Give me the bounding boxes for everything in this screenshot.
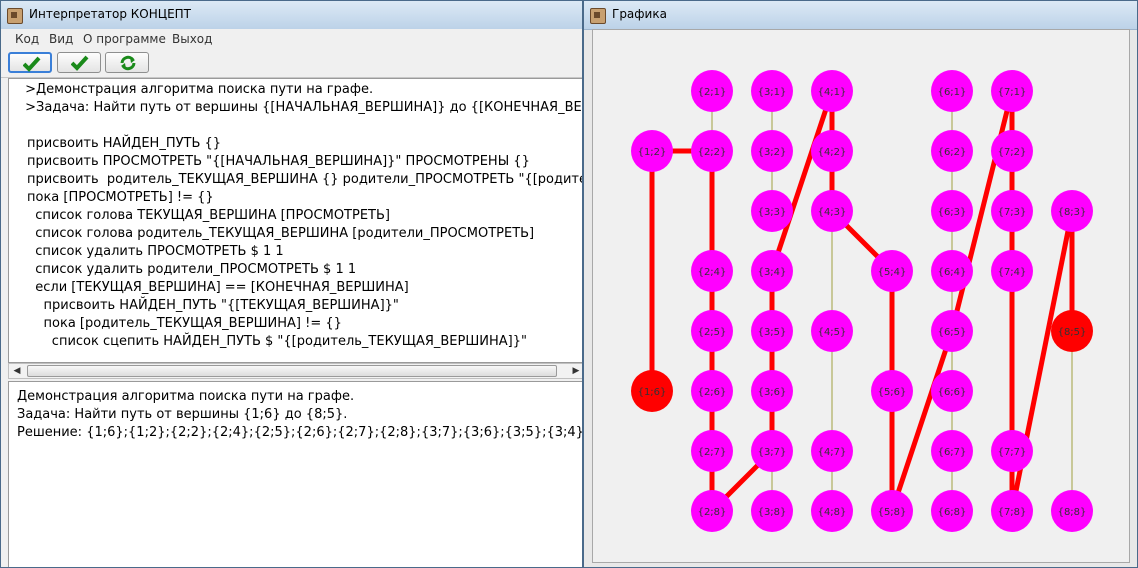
node-label: {3;8} [758, 507, 787, 518]
node-label: {4;5} [818, 327, 847, 338]
node-label: {4;3} [818, 207, 847, 218]
code-line: присвоить родитель_ТЕКУЩАЯ_ВЕРШИНА {} ро… [27, 172, 583, 187]
node-label: {2;2} [698, 147, 727, 158]
code-line: >Задача: Найти путь от вершины {[НАЧАЛЬН… [25, 100, 582, 115]
node-label: {3;1} [758, 87, 787, 98]
code-editor[interactable]: >Демонстрация алгоритма поиска пути на г… [8, 78, 583, 363]
graph-canvas: {2;1} {3;1} {4;1} {6;1} {7;1} {1;2} {2;2} {3;2}… [592, 29, 1130, 563]
node-label: {2;6} [698, 387, 727, 398]
code-line: список удалить родители_ПРОСМОТРЕТЬ $ 1 … [27, 262, 357, 277]
node-label: {8;5} [1058, 327, 1087, 338]
node-label: {8;3} [1058, 207, 1087, 218]
node-label: {2;8} [698, 507, 727, 518]
app-icon [7, 8, 23, 24]
graph-svg: {2;1} {3;1} {4;1} {6;1} {7;1} {1;2} {2;2} {3;2}… [631, 70, 1093, 532]
scroll-thumb[interactable] [27, 365, 557, 377]
node-label: {3;6} [758, 387, 787, 398]
scroll-left-icon[interactable]: ◀ [9, 364, 25, 378]
node-label: {3;4} [758, 267, 787, 278]
node-label: {4;7} [818, 447, 847, 458]
scroll-right-icon[interactable]: ▶ [568, 364, 582, 378]
code-line: >Демонстрация алгоритма поиска пути на г… [21, 82, 374, 97]
title-bar: Интерпретатор КОНЦЕПТ [1, 1, 582, 30]
node-label: {7;3} [998, 207, 1027, 218]
horizontal-scrollbar[interactable]: ◀ ▶ [8, 363, 582, 379]
output-line: Решение: {1;6};{1;2};{2;2};{2;4};{2;5};{… [17, 425, 582, 440]
node-label: {5;4} [878, 267, 907, 278]
menu-code[interactable]: Код [15, 32, 39, 46]
node-label: {6;1} [938, 87, 967, 98]
node-label: {7;1} [998, 87, 1027, 98]
node-label: {1;6} [638, 387, 667, 398]
node-label: {4;1} [818, 87, 847, 98]
graphics-window: Графика {2;1} {3;1} {4;1} {6;1} {7;1} {1;2} {2… [583, 0, 1138, 568]
menu-exit[interactable]: Выход [172, 32, 212, 46]
check-icon [71, 55, 89, 71]
code-line: пока [ПРОСМОТРЕТЬ] != {} [27, 190, 214, 205]
node-label: {4;2} [818, 147, 847, 158]
node-label: {2;1} [698, 87, 727, 98]
code-line: присвоить ПРОСМОТРЕТЬ "{[НАЧАЛЬНАЯ_ВЕРШИ… [27, 154, 530, 169]
node-label: {6;8} [938, 507, 967, 518]
code-line: список голова ТЕКУЩАЯ_ВЕРШИНА [ПРОСМОТРЕ… [27, 208, 390, 223]
node-label: {6;3} [938, 207, 967, 218]
path-segment [769, 90, 835, 272]
output-line: Задача: Найти путь от вершины {1;6} до {… [17, 407, 348, 422]
node-label: {5;6} [878, 387, 907, 398]
node-label: {7;8} [998, 507, 1027, 518]
code-line: список голова родитель_ТЕКУЩАЯ_ВЕРШИНА [… [27, 226, 535, 241]
code-line: если [ТЕКУЩАЯ_ВЕРШИНА] == [КОНЕЧНАЯ_ВЕРШ… [27, 280, 409, 295]
window-title: Интерпретатор КОНЦЕПТ [29, 7, 192, 21]
output-panel: Демонстрация алгоритма поиска пути на гр… [8, 381, 582, 567]
menu-about[interactable]: О программе [83, 32, 166, 46]
node-label: {7;7} [998, 447, 1027, 458]
node-label: {1;2} [638, 147, 667, 158]
node-label: {4;8} [818, 507, 847, 518]
node-label: {3;3} [758, 207, 787, 218]
graphics-window-title: Графика [612, 7, 667, 21]
refresh-icon [120, 55, 136, 71]
code-line: пока [родитель_ТЕКУЩАЯ_ВЕРШИНА] != {} [27, 316, 342, 331]
code-line: присвоить НАЙДЕН_ПУТЬ {} [27, 136, 222, 151]
node-label: {5;8} [878, 507, 907, 518]
toolbar [1, 49, 582, 78]
node-label: {7;4} [998, 267, 1027, 278]
run-button[interactable] [8, 52, 52, 73]
output-line: Демонстрация алгоритма поиска пути на гр… [17, 389, 355, 404]
graphics-app-icon [590, 8, 606, 24]
node-label: {6;5} [938, 327, 967, 338]
node-label: {3;7} [758, 447, 787, 458]
node-label: {2;5} [698, 327, 727, 338]
interpreter-window: Интерпретатор КОНЦЕПТ Код Вид О программ… [0, 0, 583, 568]
node-label: {2;4} [698, 267, 727, 278]
menu-view[interactable]: Вид [49, 32, 73, 46]
graphics-title-bar: Графика [584, 1, 1137, 30]
node-label: {2;7} [698, 447, 727, 458]
refresh-button[interactable] [105, 52, 149, 73]
path-segment [889, 330, 955, 512]
check-button[interactable] [57, 52, 101, 73]
node-label: {8;8} [1058, 507, 1087, 518]
node-label: {6;7} [938, 447, 967, 458]
node-label: {7;2} [998, 147, 1027, 158]
node-label: {3;5} [758, 327, 787, 338]
code-line: присвоить НАЙДЕН_ПУТЬ "{[ТЕКУЩАЯ_ВЕРШИНА… [27, 298, 399, 313]
code-line: список сцепить НАЙДЕН_ПУТЬ $ "{[родитель… [27, 334, 527, 349]
run-check-icon [23, 56, 41, 72]
node-label: {6;6} [938, 387, 967, 398]
node-label: {6;4} [938, 267, 967, 278]
node-label: {6;2} [938, 147, 967, 158]
code-line: список удалить ПРОСМОТРЕТЬ $ 1 1 [27, 244, 284, 259]
menu-bar: Код Вид О программе Выход [1, 29, 582, 49]
node-label: {3;2} [758, 147, 787, 158]
